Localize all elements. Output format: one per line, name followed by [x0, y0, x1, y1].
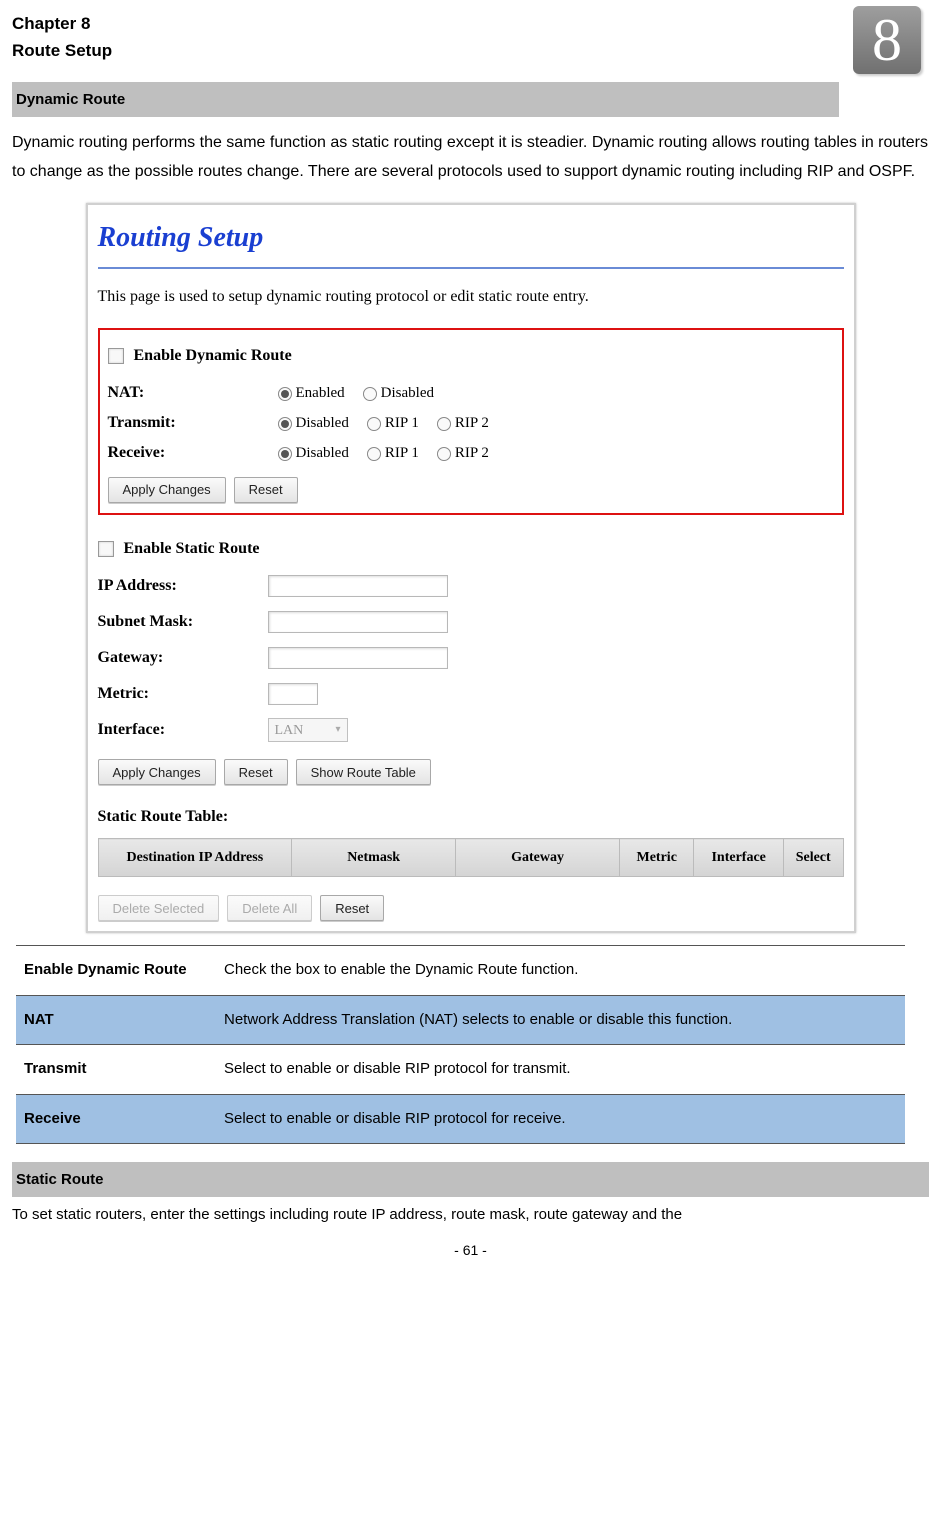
- desc-val-2: Select to enable or disable RIP protocol…: [216, 1045, 905, 1095]
- desc-key-3: Receive: [16, 1094, 216, 1144]
- dynamic-route-paragraph: Dynamic routing performs the same functi…: [12, 129, 929, 187]
- chapter-line1: Chapter 8: [12, 10, 112, 37]
- title-divider: [98, 267, 844, 269]
- subnet-mask-input[interactable]: [268, 611, 448, 633]
- desc-key-1: NAT: [16, 995, 216, 1045]
- ip-address-label: IP Address:: [98, 572, 268, 601]
- desc-val-1: Network Address Translation (NAT) select…: [216, 995, 905, 1045]
- apply-changes-button-static[interactable]: Apply Changes: [98, 759, 216, 785]
- section-header-static-route: Static Route: [12, 1162, 929, 1197]
- chapter-title-block: Chapter 8 Route Setup: [12, 10, 112, 64]
- apply-changes-button-dyn[interactable]: Apply Changes: [108, 477, 226, 503]
- th-interface: Interface: [711, 850, 765, 865]
- th-netmask: Netmask: [347, 850, 400, 865]
- metric-input[interactable]: [268, 683, 318, 705]
- static-route-table-label: Static Route Table:: [98, 803, 844, 832]
- th-gateway: Gateway: [511, 850, 564, 865]
- show-route-table-button[interactable]: Show Route Table: [296, 759, 431, 785]
- th-dest-ip: Destination IP Address: [127, 850, 264, 865]
- chapter-header: Chapter 8 Route Setup 8: [12, 10, 929, 74]
- transmit-rip2-radio[interactable]: [437, 417, 451, 431]
- chapter-line2: Route Setup: [12, 37, 112, 64]
- interface-label: Interface:: [98, 716, 268, 745]
- routing-setup-screenshot: Routing Setup This page is used to setup…: [86, 203, 856, 934]
- section-header-dynamic-route: Dynamic Route: [12, 82, 839, 117]
- transmit-disabled-label: Disabled: [296, 410, 349, 437]
- subnet-mask-label: Subnet Mask:: [98, 608, 268, 637]
- static-route-paragraph: To set static routers, enter the setting…: [12, 1201, 929, 1228]
- interface-select[interactable]: LAN: [268, 718, 348, 742]
- gateway-label: Gateway:: [98, 644, 268, 673]
- delete-selected-button[interactable]: Delete Selected: [98, 895, 220, 921]
- desc-key-0: Enable Dynamic Route: [16, 946, 216, 996]
- static-route-table: Destination IP Address Netmask Gateway M…: [98, 838, 844, 877]
- metric-label: Metric:: [98, 680, 268, 709]
- reset-button-table[interactable]: Reset: [320, 895, 384, 921]
- page-footer: - 61 -: [12, 1238, 929, 1263]
- receive-rip1-label: RIP 1: [385, 440, 419, 467]
- desc-val-3: Select to enable or disable RIP protocol…: [216, 1094, 905, 1144]
- gateway-input[interactable]: [268, 647, 448, 669]
- nat-enabled-label: Enabled: [296, 380, 345, 407]
- th-select: Select: [796, 850, 831, 865]
- desc-val-0: Check the box to enable the Dynamic Rout…: [216, 946, 905, 996]
- nat-disabled-radio[interactable]: [363, 387, 377, 401]
- transmit-rip1-radio[interactable]: [367, 417, 381, 431]
- ip-address-input[interactable]: [268, 575, 448, 597]
- nat-label: NAT:: [108, 379, 278, 408]
- enable-static-route-checkbox[interactable]: [98, 541, 114, 557]
- receive-rip1-radio[interactable]: [367, 447, 381, 461]
- transmit-disabled-radio[interactable]: [278, 417, 292, 431]
- delete-all-button[interactable]: Delete All: [227, 895, 312, 921]
- th-metric: Metric: [637, 850, 677, 865]
- routing-setup-title: Routing Setup: [98, 213, 844, 263]
- nat-enabled-radio[interactable]: [278, 387, 292, 401]
- description-table: Enable Dynamic Route Check the box to en…: [16, 945, 905, 1144]
- receive-rip2-radio[interactable]: [437, 447, 451, 461]
- transmit-rip2-label: RIP 2: [455, 410, 489, 437]
- routing-setup-desc: This page is used to setup dynamic routi…: [98, 283, 844, 312]
- reset-button-static[interactable]: Reset: [224, 759, 288, 785]
- desc-key-2: Transmit: [16, 1045, 216, 1095]
- dynamic-route-highlight-box: Enable Dynamic Route NAT: Enabled Disabl…: [98, 328, 844, 515]
- chapter-number-badge: 8: [853, 6, 921, 74]
- enable-static-route-label: Enable Static Route: [124, 535, 260, 564]
- nat-disabled-label: Disabled: [381, 380, 434, 407]
- reset-button-dyn[interactable]: Reset: [234, 477, 298, 503]
- interface-select-value: LAN: [275, 718, 304, 743]
- transmit-label: Transmit:: [108, 409, 278, 438]
- enable-dynamic-route-checkbox[interactable]: [108, 348, 124, 364]
- receive-rip2-label: RIP 2: [455, 440, 489, 467]
- enable-dynamic-route-label: Enable Dynamic Route: [134, 342, 292, 371]
- transmit-rip1-label: RIP 1: [385, 410, 419, 437]
- receive-label: Receive:: [108, 439, 278, 468]
- receive-disabled-label: Disabled: [296, 440, 349, 467]
- receive-disabled-radio[interactable]: [278, 447, 292, 461]
